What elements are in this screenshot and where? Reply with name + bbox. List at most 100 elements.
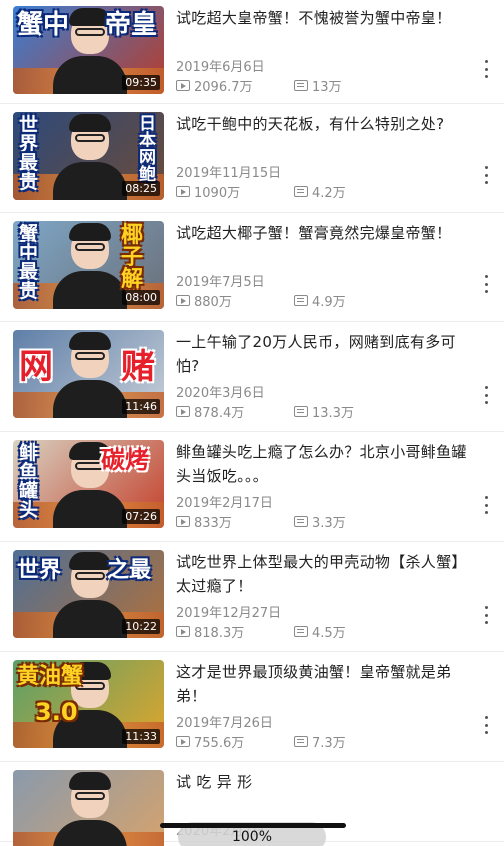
view-count-text: 878.4万 (194, 406, 245, 421)
thumbnail-caption: 蟹中 (17, 10, 70, 40)
thumbnail-caption: 赌 (121, 347, 155, 387)
thumbnail-caption: 3.0 (35, 698, 78, 726)
video-duration: 11:46 (122, 399, 160, 414)
view-count-text: 755.6万 (194, 736, 245, 751)
more-options-icon[interactable] (484, 496, 488, 514)
thumbnail-glasses (75, 572, 105, 580)
play-count-icon (176, 295, 190, 306)
view-count: 818.3万 (176, 622, 244, 641)
video-title[interactable]: 鲱鱼罐头吃上瘾了怎么办？北京小哥鲱鱼罐头当饭吃。。。 (176, 440, 472, 488)
view-count: 755.6万 (176, 732, 244, 751)
thumbnail-caption: 椰子解 (121, 223, 144, 292)
thumbnail-caption: 网 (19, 347, 53, 387)
thumbnail-caption: 蟹中最贵 (19, 223, 39, 302)
comment-icon (294, 80, 308, 91)
thumbnail-hair (69, 552, 111, 570)
comment-icon (294, 736, 308, 747)
video-date: 2019年2月17日 (176, 496, 273, 511)
video-list-item[interactable]: 黄油蟹 3.0 11:33 这才是世界最顶级黄油蟹！皇帝蟹就是弟弟！ 2019年7月26… (0, 652, 504, 762)
comment-icon (294, 295, 308, 306)
thumbnail-hair (69, 332, 111, 350)
video-list-item[interactable]: 蟹中最贵 椰子解 08:00 试吃超大椰子蟹！蟹膏竟然完爆皇帝蟹！ 2019年7月5日 8… (0, 213, 504, 322)
video-duration: 08:00 (122, 290, 160, 305)
play-count-icon (176, 626, 190, 637)
comment-count: 13.3万 (294, 402, 354, 421)
thumbnail-glasses (75, 352, 105, 360)
view-count-text: 833万 (194, 516, 232, 531)
video-list-item[interactable]: 鲱鱼罐头 碳烤 07:26 鲱鱼罐头吃上瘾了怎么办？北京小哥鲱鱼罐头当饭吃。。。 201… (0, 432, 504, 542)
thumbnail-caption: 帝皇 (105, 10, 158, 40)
comment-count-text: 3.3万 (312, 516, 346, 531)
video-duration: 08:25 (122, 181, 160, 196)
more-options-icon[interactable] (484, 166, 488, 184)
view-count-text: 1090万 (194, 186, 241, 201)
comment-count: 4.5万 (294, 622, 346, 641)
comment-icon (294, 626, 308, 637)
view-count: 880万 (176, 291, 232, 310)
play-count-icon (176, 186, 190, 197)
video-title[interactable]: 一上午输了20万人民币，网赌到底有多可怕? (176, 330, 472, 378)
view-count: 878.4万 (176, 402, 244, 421)
view-count-text: 880万 (194, 295, 232, 310)
more-options-icon[interactable] (484, 386, 488, 404)
comment-count-text: 7.3万 (312, 736, 346, 751)
video-date: 2019年7月26日 (176, 716, 273, 731)
video-thumbnail[interactable]: 蟹中最贵 椰子解 08:00 (13, 221, 164, 309)
more-options-icon[interactable] (484, 60, 488, 78)
video-list-item[interactable]: 蟹中 帝皇 09:35 试吃超大皇帝蟹！不愧被誉为蟹中帝皇！ 2019年6月6日 2096… (0, 0, 504, 104)
thumbnail-glasses (75, 243, 105, 251)
video-title[interactable]: 试吃干鲍中的天花板，有什么特别之处? (176, 112, 472, 136)
video-date: 2019年11月15日 (176, 166, 282, 181)
zoom-level: 100% (231, 829, 273, 845)
view-count-text: 2096.7万 (194, 80, 253, 95)
thumbnail-caption: 日本网鲍 (139, 114, 156, 185)
video-list-item[interactable]: 网 赌 11:46 一上午输了20万人民币，网赌到底有多可怕? 2020年3月6日 878… (0, 322, 504, 432)
video-list-item[interactable]: 世界 之最 10:22 试吃世界上体型最大的甲壳动物【杀人蟹】太过瘾了！ 2019年12… (0, 542, 504, 652)
more-options-icon[interactable] (484, 606, 488, 624)
comment-count: 7.3万 (294, 732, 346, 751)
thumbnail-caption: 碳烤 (101, 446, 149, 474)
comment-count-text: 4.9万 (312, 295, 346, 310)
video-title[interactable]: 试 吃 异 形 (176, 770, 472, 794)
view-count-text: 818.3万 (194, 626, 245, 641)
home-indicator[interactable] (160, 823, 346, 828)
view-count: 1090万 (176, 182, 240, 201)
video-thumbnail[interactable]: 世界 之最 10:22 (13, 550, 164, 638)
more-options-icon[interactable] (484, 716, 488, 734)
video-duration: 09:35 (122, 75, 160, 90)
video-duration: 07:26 (122, 509, 160, 524)
comment-count-text: 4.2万 (312, 186, 346, 201)
thumbnail-caption: 鲱鱼罐头 (19, 442, 39, 521)
video-title[interactable]: 这才是世界最顶级黄油蟹！皇帝蟹就是弟弟！ (176, 660, 472, 708)
video-date: 2019年12月27日 (176, 606, 282, 621)
comment-icon (294, 516, 308, 527)
view-count: 833万 (176, 512, 232, 531)
video-title[interactable]: 试吃世界上体型最大的甲壳动物【杀人蟹】太过瘾了！ (176, 550, 472, 598)
video-duration: 11:33 (122, 729, 160, 744)
video-thumbnail[interactable]: 鲱鱼罐头 碳烤 07:26 (13, 440, 164, 528)
play-count-icon (176, 80, 190, 91)
video-thumbnail[interactable]: 黄油蟹 3.0 11:33 (13, 660, 164, 748)
play-count-icon (176, 516, 190, 527)
comment-icon (294, 186, 308, 197)
video-thumbnail[interactable]: 网 赌 11:46 (13, 330, 164, 418)
thumbnail-caption: 世界最贵 (19, 114, 39, 193)
thumbnail-hair (69, 223, 111, 241)
thumbnail-glasses (75, 792, 105, 800)
video-title[interactable]: 试吃超大椰子蟹！蟹膏竟然完爆皇帝蟹！ (176, 221, 472, 245)
video-duration: 10:22 (122, 619, 160, 634)
play-count-icon (176, 736, 190, 747)
comment-count-text: 4.5万 (312, 626, 346, 641)
video-thumbnail[interactable] (13, 770, 164, 846)
video-list-item[interactable]: 世界最贵 日本网鲍 08:25 试吃干鲍中的天花板，有什么特别之处? 2019年11月1… (0, 104, 504, 213)
more-options-icon[interactable] (484, 275, 488, 293)
video-date: 2019年7月5日 (176, 275, 265, 290)
comment-icon (294, 406, 308, 417)
video-thumbnail[interactable]: 世界最贵 日本网鲍 08:25 (13, 112, 164, 200)
thumbnail-caption: 世界 (17, 558, 62, 583)
thumbnail-hair (69, 114, 111, 132)
thumbnail-glasses (75, 28, 105, 36)
video-thumbnail[interactable]: 蟹中 帝皇 09:35 (13, 6, 164, 94)
comment-count: 13万 (294, 76, 342, 95)
video-title[interactable]: 试吃超大皇帝蟹！不愧被誉为蟹中帝皇！ (176, 6, 472, 30)
